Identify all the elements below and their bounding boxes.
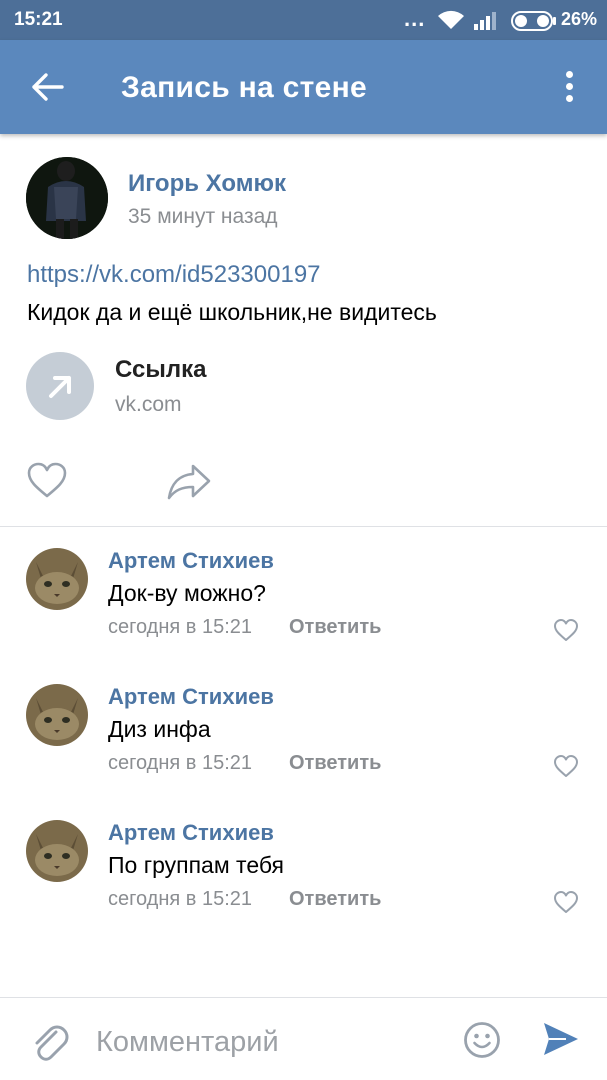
post-divider xyxy=(0,526,607,527)
status-time: 15:21 xyxy=(14,9,63,30)
link-attachment-domain: vk.com xyxy=(115,393,182,416)
cat-avatar-image xyxy=(26,820,88,882)
battery-percent: 26% xyxy=(561,9,598,29)
cat-avatar-image xyxy=(26,684,88,746)
comment-item: Артем Стихиев Док-ву можно? сегодня в 15… xyxy=(0,548,607,648)
avatar-photo xyxy=(26,157,108,239)
commenter-avatar[interactable] xyxy=(26,548,88,610)
comment-text: Док-ву можно? xyxy=(108,580,266,606)
share-icon[interactable] xyxy=(166,461,212,501)
comment-timestamp: сегодня в 15:21 xyxy=(108,752,252,774)
comment-input-bar xyxy=(0,997,607,1080)
smile-icon[interactable] xyxy=(463,1021,501,1059)
post-text: Кидок да и ещё школьник,не видитесь xyxy=(27,299,437,325)
link-attachment-title[interactable]: Ссылка xyxy=(115,356,206,384)
comment-like-heart-icon[interactable] xyxy=(553,754,579,778)
paperclip-icon[interactable] xyxy=(29,1020,69,1064)
reply-button[interactable]: Ответить xyxy=(289,752,381,775)
reply-button[interactable]: Ответить xyxy=(289,888,381,911)
comment-item: Артем Стихиев Диз инфа сегодня в 15:21 О… xyxy=(0,684,607,784)
comment-timestamp: сегодня в 15:21 xyxy=(108,888,252,910)
more-options-icon[interactable] xyxy=(556,69,584,105)
back-arrow-icon[interactable] xyxy=(31,71,65,103)
post-author-name[interactable]: Игорь Хомюк xyxy=(128,170,286,198)
cat-avatar-image xyxy=(26,548,88,610)
comment-text: По группам тебя xyxy=(108,852,284,878)
wifi-icon xyxy=(438,10,464,29)
link-attachment-icon[interactable] xyxy=(26,352,94,420)
post-link[interactable]: https://vk.com/id523300197 xyxy=(27,261,321,289)
comment-input[interactable] xyxy=(96,1022,446,1062)
battery-icon xyxy=(511,11,556,31)
comment-timestamp: сегодня в 15:21 xyxy=(108,616,252,638)
commenter-avatar[interactable] xyxy=(26,684,88,746)
app-bar: Запись на стене xyxy=(0,40,607,134)
send-icon[interactable] xyxy=(542,1020,580,1058)
comment-like-heart-icon[interactable] xyxy=(553,890,579,914)
post-timestamp: 35 минут назад xyxy=(128,205,278,228)
post-author-avatar[interactable] xyxy=(26,157,108,239)
signal-icon xyxy=(474,12,496,30)
like-heart-icon[interactable] xyxy=(26,461,68,499)
comment-author[interactable]: Артем Стихиев xyxy=(108,684,274,710)
comment-text: Диз инфа xyxy=(108,716,211,742)
commenter-avatar[interactable] xyxy=(26,820,88,882)
notification-dots-icon: ... xyxy=(404,6,426,31)
comment-author[interactable]: Артем Стихиев xyxy=(108,820,274,846)
comment-author[interactable]: Артем Стихиев xyxy=(108,548,274,574)
page-title: Запись на стене xyxy=(121,71,368,104)
comment-item: Артем Стихиев По группам тебя сегодня в … xyxy=(0,820,607,920)
status-bar: 15:21 ... 26% xyxy=(0,0,607,40)
arrow-up-right-icon xyxy=(49,376,71,398)
reply-button[interactable]: Ответить xyxy=(289,616,381,639)
comment-like-heart-icon[interactable] xyxy=(553,618,579,642)
